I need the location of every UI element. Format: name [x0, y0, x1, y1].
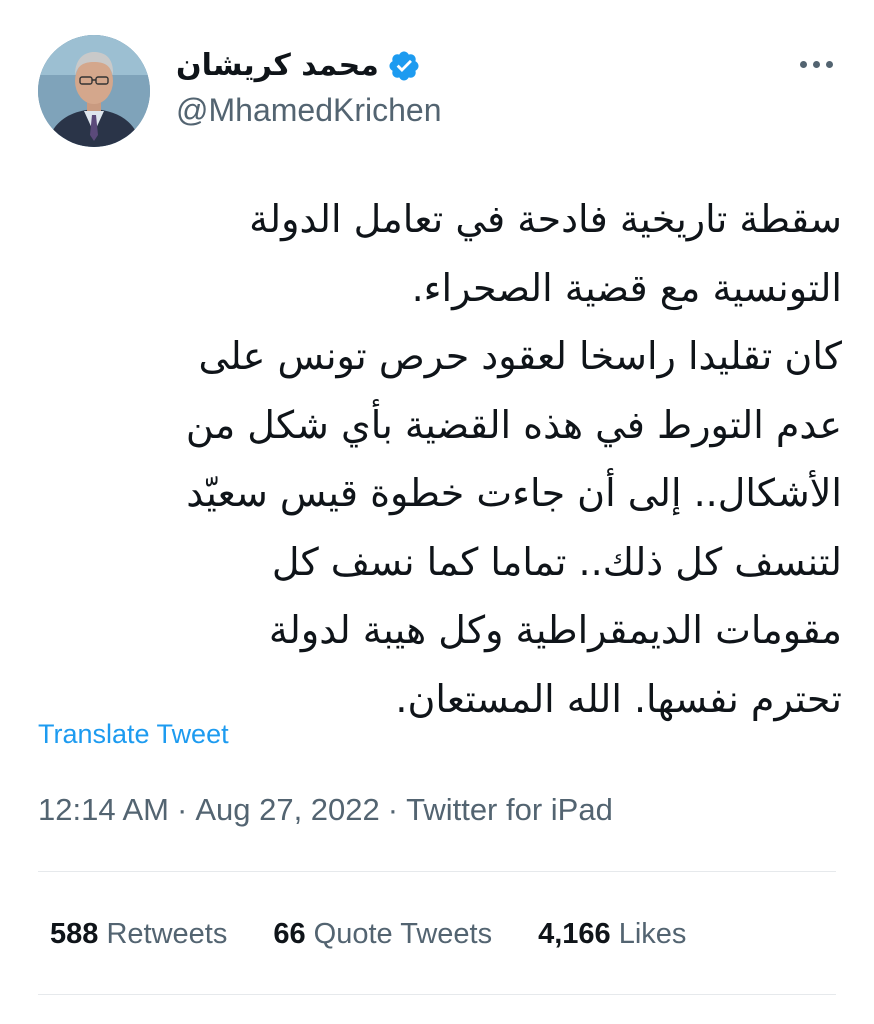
author-display-name[interactable]: محمد كريشان — [176, 44, 379, 88]
retweets-stat[interactable]: 588 Retweets — [50, 912, 227, 956]
tweet-line: لتنسف كل ذلك.. تماما كما نسف كل — [271, 539, 842, 584]
tweet-stats: 588 Retweets 66 Quote Tweets 4,166 Likes — [50, 912, 732, 956]
likes-count: 4,166 — [538, 918, 611, 950]
author-handle[interactable]: @MhamedKrichen — [176, 88, 441, 132]
translate-tweet-link[interactable]: Translate Tweet — [38, 714, 229, 754]
tweet-line: الأشكال.. إلى أن جاءت خطوة قيس سعيّد — [186, 471, 842, 515]
author-name-row: محمد كريشان — [176, 44, 421, 88]
tweet-detail: محمد كريشان @MhamedKrichen سقطة تاريخية … — [0, 0, 874, 1024]
dot — [812, 60, 820, 68]
retweets-count: 588 — [50, 918, 99, 950]
likes-stat[interactable]: 4,166 Likes — [538, 912, 686, 956]
divider — [38, 871, 836, 872]
tweet-date[interactable]: Aug 27, 2022 — [195, 792, 379, 827]
profile-photo — [38, 35, 150, 147]
tweet-source: Twitter for iPad — [406, 792, 613, 827]
quote-tweets-stat[interactable]: 66 Quote Tweets — [273, 912, 492, 956]
tweet-line: مقومات الديمقراطية وكل هيبة لدولة — [268, 608, 842, 652]
quotes-label: Quote Tweets — [313, 918, 493, 950]
tweet-line: سقطة تاريخية فادحة في تعامل الدولة — [249, 197, 842, 241]
tweet-line: التونسية مع قضية الصحراء. — [411, 265, 842, 310]
tweet-text: سقطة تاريخية فادحة في تعامل الدولة التون… — [30, 185, 842, 733]
meta-separator: · — [176, 792, 188, 827]
quotes-count: 66 — [273, 918, 306, 950]
more-options-icon[interactable] — [792, 48, 840, 80]
tweet-line: عدم التورط في هذه القضية بأي شكل من — [185, 402, 842, 447]
avatar[interactable] — [38, 35, 150, 147]
verified-badge-icon — [387, 49, 421, 83]
dot — [825, 60, 833, 68]
tweet-line: كان تقليدا راسخا لعقود حرص تونس على — [198, 334, 843, 378]
dot — [799, 60, 807, 68]
divider — [38, 994, 836, 995]
meta-separator: · — [387, 792, 399, 827]
tweet-time[interactable]: 12:14 AM — [38, 792, 169, 827]
likes-label: Likes — [618, 918, 687, 950]
retweets-label: Retweets — [106, 918, 228, 950]
tweet-meta: 12:14 AM · Aug 27, 2022 · Twitter for iPad — [38, 788, 613, 832]
